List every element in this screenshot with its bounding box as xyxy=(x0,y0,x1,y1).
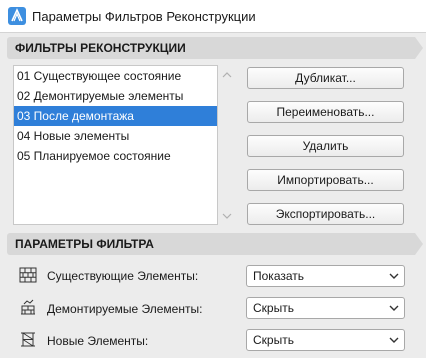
chevron-down-icon xyxy=(389,305,399,311)
new-elements-value: Скрыть xyxy=(253,333,294,347)
list-item[interactable]: 04 Новые элементы xyxy=(14,126,217,146)
params-section-header: ПАРАМЕТРЫ ФИЛЬТРА xyxy=(7,233,423,255)
existing-elements-value: Показать xyxy=(253,269,305,283)
list-item[interactable]: 01 Существующее состояние xyxy=(14,66,217,86)
demolished-elements-icon xyxy=(21,299,35,315)
existing-elements-label: Существующие Элементы: xyxy=(47,269,199,283)
scroll-up-icon[interactable] xyxy=(221,70,233,80)
demolished-elements-label: Демонтируемые Элементы: xyxy=(47,302,203,316)
demolished-elements-value: Скрыть xyxy=(253,301,294,315)
delete-button[interactable]: Удалить xyxy=(247,135,404,157)
new-elements-select[interactable]: Скрыть xyxy=(246,329,405,351)
duplicate-button[interactable]: Дубликат... xyxy=(247,67,404,89)
demolished-elements-select[interactable]: Скрыть xyxy=(246,297,405,319)
archicad-app-icon xyxy=(8,7,26,25)
title-bar: Параметры Фильтров Реконструкции xyxy=(0,0,426,33)
filters-section-title: ФИЛЬТРЫ РЕКОНСТРУКЦИИ xyxy=(15,41,186,55)
filters-section-header: ФИЛЬТРЫ РЕКОНСТРУКЦИИ xyxy=(7,37,423,59)
existing-elements-icon xyxy=(19,267,37,283)
list-item[interactable]: 05 Планируемое состояние xyxy=(14,146,217,166)
params-section-title: ПАРАМЕТРЫ ФИЛЬТРА xyxy=(15,237,154,251)
new-elements-icon xyxy=(21,332,35,347)
list-item[interactable]: 02 Демонтируемые элементы xyxy=(14,86,217,106)
chevron-down-icon xyxy=(389,273,399,279)
filters-list[interactable]: 01 Существующее состояние 02 Демонтируем… xyxy=(13,65,218,225)
rename-button[interactable]: Переименовать... xyxy=(247,101,404,123)
existing-elements-select[interactable]: Показать xyxy=(246,265,405,287)
list-item-selected[interactable]: 03 После демонтажа xyxy=(14,106,217,126)
import-button[interactable]: Импортировать... xyxy=(247,169,404,191)
chevron-down-icon xyxy=(389,337,399,343)
new-elements-label: Новые Элементы: xyxy=(47,334,149,348)
scroll-down-icon[interactable] xyxy=(221,212,233,222)
export-button[interactable]: Экспортировать... xyxy=(247,203,404,225)
window-title: Параметры Фильтров Реконструкции xyxy=(32,9,256,24)
